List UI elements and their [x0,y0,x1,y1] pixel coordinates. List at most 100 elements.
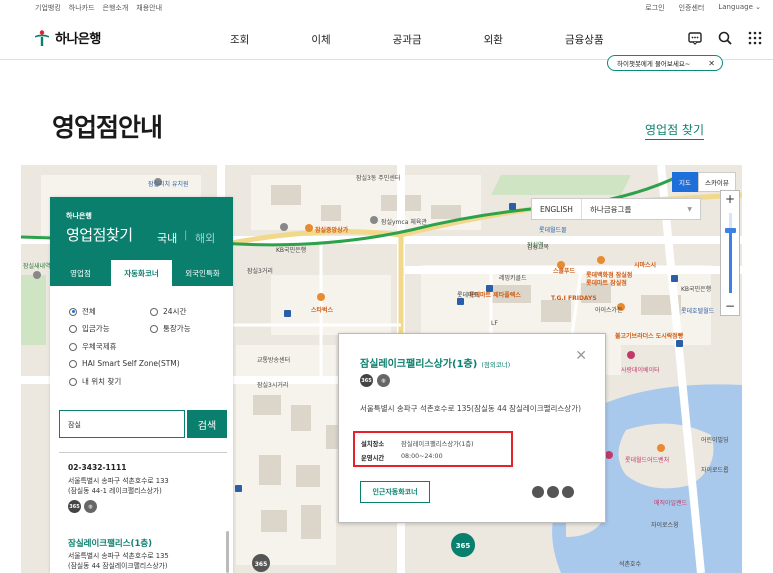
all-menu-grid-icon[interactable] [747,30,763,46]
result-scrollbar[interactable] [226,531,229,573]
map-label: LF [491,320,498,327]
place-value: 잠실레이크팰리스상가(1층) [401,441,474,448]
gnb-menu: 조회 이체 공과금 외환 금융상품 [230,32,666,47]
365-badge-icon: 365 [68,500,81,513]
util-link-corporate[interactable]: 기업뱅킹 [35,3,61,13]
util-link-card[interactable]: 하나카드 [69,3,95,13]
search-icon[interactable] [717,30,733,46]
map-label: 매직아일랜드 [654,500,688,507]
filter-deposit[interactable]: 입금가능 [69,323,110,334]
logo[interactable]: 하나은행 [33,28,101,47]
card-info-highlight: 설치장소 잠실레이크팰리스상가(1층) 운영시간 08:00~24:00 [353,431,513,467]
menu-item-transfer[interactable]: 이체 [311,32,330,47]
map-label: 어린이빌딩 [701,437,729,444]
filter-postal[interactable]: 우체국제휴 [69,341,117,352]
menu-item-utility-bills[interactable]: 공과금 [393,32,422,47]
domestic-tab[interactable]: 국내 [157,230,177,246]
filter-my-location-label: 내 위치 찾기 [82,377,122,386]
map-group-select[interactable]: 하나금융그룹 [582,204,687,215]
result-address: 서울특별시 송파구 석촌호수로 133 [68,477,169,485]
radio [150,324,158,333]
menu-item-products[interactable]: 금융상품 [565,32,604,47]
filter-my-location[interactable]: 내 위치 찾기 [69,376,121,387]
filter-passbook[interactable]: 통장가능 [150,323,191,334]
map-label: 시마스시 [634,262,657,269]
page-root: 기업뱅킹 하나카드 은행소개 채용안내 로그인 인증센터 Language ⌄ … [0,0,773,573]
map-label: 롯데월드어드벤처 [625,457,670,464]
map-label: 잠실중앙상가 [315,227,349,234]
map-label: KB국민은행 [276,247,307,254]
zoom-fill [729,231,732,293]
chatbot-tooltip[interactable]: 하이챗봇에게 물어보세요~ ✕ [607,55,723,71]
tab-atm-corner[interactable]: 자동화코너 [111,260,172,286]
result-name[interactable]: 잠실레이크팰리스(1층) [68,537,152,549]
globe-icon: ◍ [377,374,390,387]
zoom-out-button[interactable]: − [721,299,739,313]
panel-tabs: 영업점 자동화코너 외국인특화 [50,260,233,286]
filter-24h[interactable]: 24시간 [150,306,186,317]
hours-label: 운영시간 [361,455,385,462]
page-title: 영업점안내 [52,113,163,142]
map-label: 잠실3거리 [247,268,273,275]
zoom-handle[interactable] [725,228,736,233]
map-type-skyview-button[interactable]: 스카이뷰 [697,172,736,192]
overseas-tab[interactable]: 해외 [195,230,215,246]
printer-icon [532,486,544,498]
filter-stm-label: HAI Smart Self Zone(STM) [82,359,180,368]
radio [69,324,77,333]
find-branch-link[interactable]: 영업점 찾기 [645,121,705,140]
divider: | [184,230,188,241]
map-label: T.G.I FRIDAYS [551,295,597,302]
branch-finder-panel: 하나은행 영업점찾기 국내 | 해외 영업점 자동화코너 외국인특화 전체 24… [50,197,233,573]
radio-checked [69,307,77,316]
map-label: 잠실ymca 체육관 [381,219,427,226]
chevron-down-icon[interactable]: ▼ [687,206,700,213]
map-type-toggle: 지도 스카이뷰 [672,172,736,192]
map-label: KB국민은행 [681,286,712,293]
map-group-selector: ENGLISH 하나금융그룹 ▼ [531,198,701,220]
result-address-detail: (잠실동 44 잠실레이크팰리스상가) [68,562,168,570]
panel-brand: 하나은행 [66,212,92,220]
close-icon[interactable]: ✕ [708,59,715,68]
util-link-about[interactable]: 은행소개 [103,3,129,13]
tab-foreigner[interactable]: 외국인특화 [172,260,233,286]
search-button[interactable]: 검색 [187,410,227,438]
filter-postal-label: 우체국제휴 [82,342,117,351]
atm-info-card: ✕ 잠실레이크팰리스상가(1층) (점외코너) 365 ◍ 서울특별시 송파구 석… [338,333,606,523]
menu-item-inquiry[interactable]: 조회 [230,32,249,47]
map-label: 스타벅스 [311,307,334,314]
close-icon[interactable]: ✕ [575,348,587,364]
card-title: 잠실레이크팰리스상가(1층) (점외코너) [360,355,510,370]
svg-text:365: 365 [255,561,268,568]
map-lang-button[interactable]: ENGLISH [532,199,582,219]
search-input[interactable]: 잠실 [59,410,185,438]
menu-item-foreign-exchange[interactable]: 외환 [484,32,503,47]
filter-all[interactable]: 전체 [69,306,96,317]
zoom-in-button[interactable]: + [721,192,739,206]
util-link-cert[interactable]: 인증센터 [679,3,705,13]
logo-text: 하나은행 [55,32,101,47]
filter-24h-label: 24시간 [163,307,187,316]
map-label: 롯데마트 잠실점 [586,280,627,287]
chat-icon[interactable] [687,30,703,46]
coin-icon [547,486,559,498]
util-link-login[interactable]: 로그인 [645,3,664,13]
chevron-down-icon: ⌄ [755,3,761,11]
util-link-language[interactable]: Language ⌄ [718,3,761,13]
365-badge-icon: 365 [360,374,373,387]
globe-icon: ◍ [84,500,97,513]
result-list: 02-3432-1111 서울특별시 송파구 석촌호수로 133 (잠실동 44… [59,452,229,573]
map-label: 롯데월드몰 [539,227,567,234]
tab-branch[interactable]: 영업점 [50,260,111,286]
map-label: 자이로스윙 [651,522,679,529]
filter-stm[interactable]: HAI Smart Self Zone(STM) [69,359,180,368]
card-name: 잠실레이크팰리스상가(1층) [360,359,478,370]
map-label: 김성교복 [527,244,550,251]
nearby-atm-button[interactable]: 인근자동화코너 [360,481,430,503]
map-type-map-button[interactable]: 지도 [672,172,698,192]
util-link-careers[interactable]: 채용안내 [136,3,162,13]
place-label: 설치장소 [361,441,385,448]
card-tag: (점외코너) [481,361,511,369]
map-label: 롯데호텔월드 [681,308,715,315]
result-address-detail: (잠실동 44-1 레이크팰리스상가) [68,487,162,495]
